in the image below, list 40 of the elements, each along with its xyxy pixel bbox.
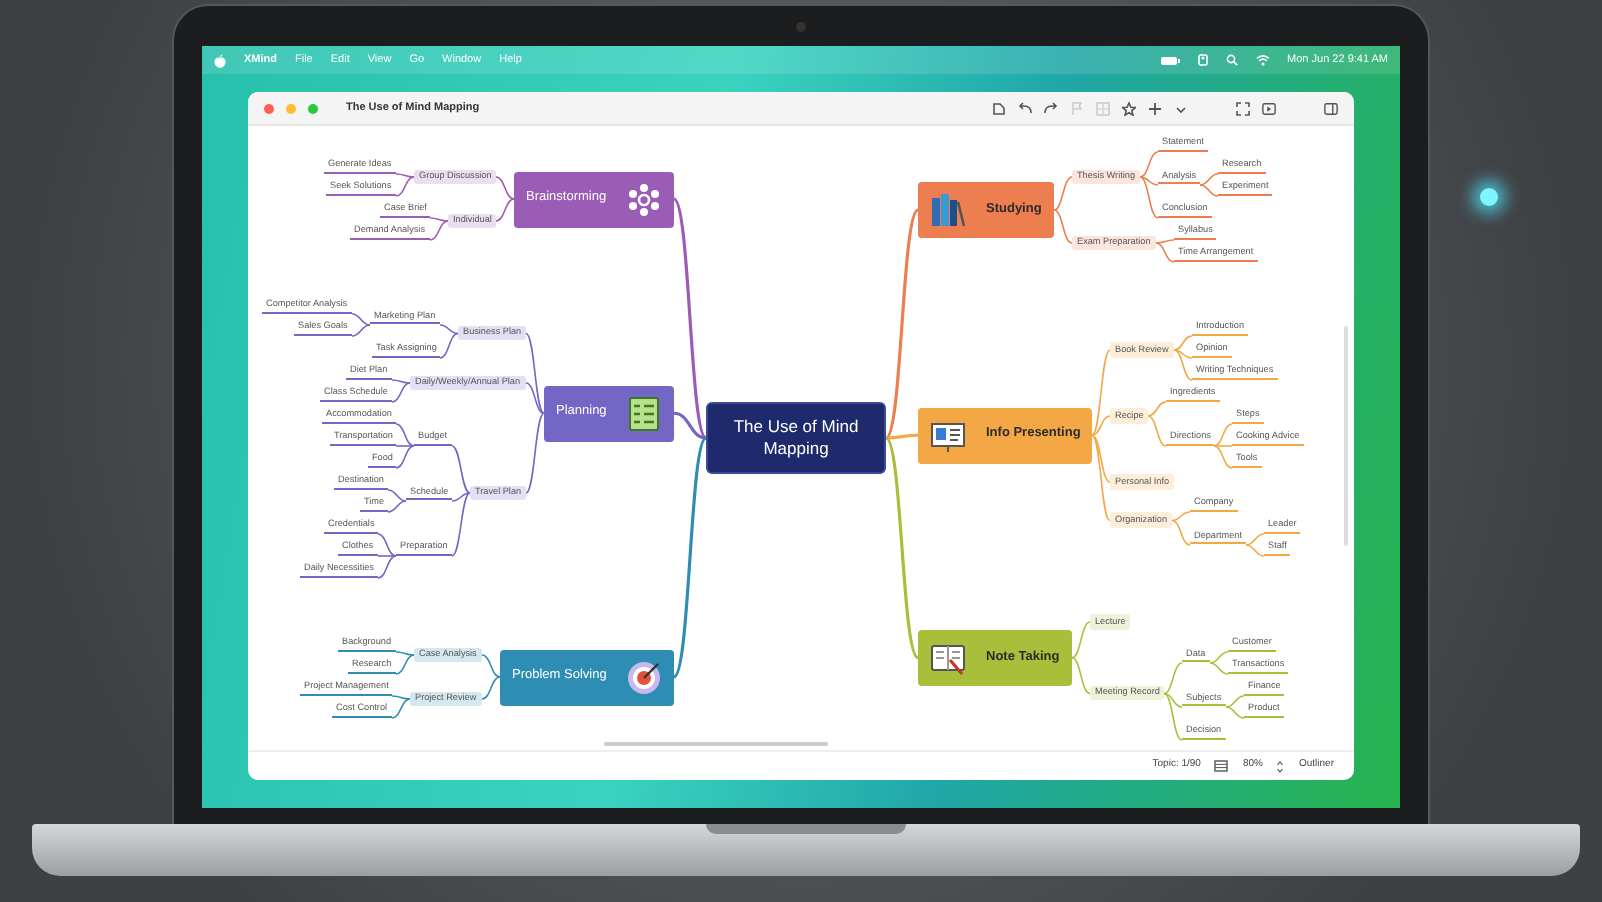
format-icon[interactable]: [992, 101, 1006, 115]
presentation-icon: [930, 417, 966, 454]
connector-line: [1053, 209, 1073, 244]
glow-dot: [1480, 188, 1498, 206]
books-icon: [930, 192, 966, 228]
connector-line: [495, 198, 515, 222]
atom-icon: [626, 181, 663, 217]
plus-icon[interactable]: [1148, 101, 1162, 115]
horizontal-scrollbar[interactable]: [604, 742, 828, 746]
grid-icon[interactable]: [1214, 760, 1229, 772]
target-icon: [626, 659, 663, 695]
fullscreen-icon[interactable]: [1236, 101, 1250, 115]
connector-line: [495, 176, 515, 200]
sidebar-icon[interactable]: [1324, 101, 1338, 115]
connector-line: [1053, 176, 1073, 211]
connector-line: [481, 676, 501, 700]
connector-line: [1071, 656, 1091, 695]
flag-icon[interactable]: [1070, 101, 1084, 115]
stepper-icon[interactable]: [1276, 759, 1285, 773]
central-topic[interactable]: The Use of Mind Mapping: [706, 401, 886, 475]
window-control[interactable]: [264, 103, 274, 113]
logo-icon[interactable]: [214, 53, 226, 67]
caret-icon[interactable]: [1174, 101, 1188, 115]
vertical-scrollbar[interactable]: [1344, 326, 1348, 546]
notebook-icon: [930, 639, 966, 676]
window-control[interactable]: [308, 103, 318, 113]
connector-line: [481, 654, 501, 678]
control-icon[interactable]: [1197, 54, 1208, 66]
redo-icon[interactable]: [1044, 101, 1058, 115]
checklist-icon: [626, 395, 663, 432]
undo-icon[interactable]: [1018, 101, 1032, 115]
play-icon[interactable]: [1262, 101, 1276, 115]
wifi-icon[interactable]: [1255, 54, 1270, 66]
table-icon[interactable]: [1096, 101, 1110, 115]
battery-icon[interactable]: [1159, 55, 1180, 65]
star-icon[interactable]: [1122, 101, 1136, 115]
connector-line: [1071, 621, 1091, 659]
window-control[interactable]: [286, 103, 296, 113]
camera-icon: [796, 22, 806, 32]
search-icon[interactable]: [1225, 54, 1238, 66]
